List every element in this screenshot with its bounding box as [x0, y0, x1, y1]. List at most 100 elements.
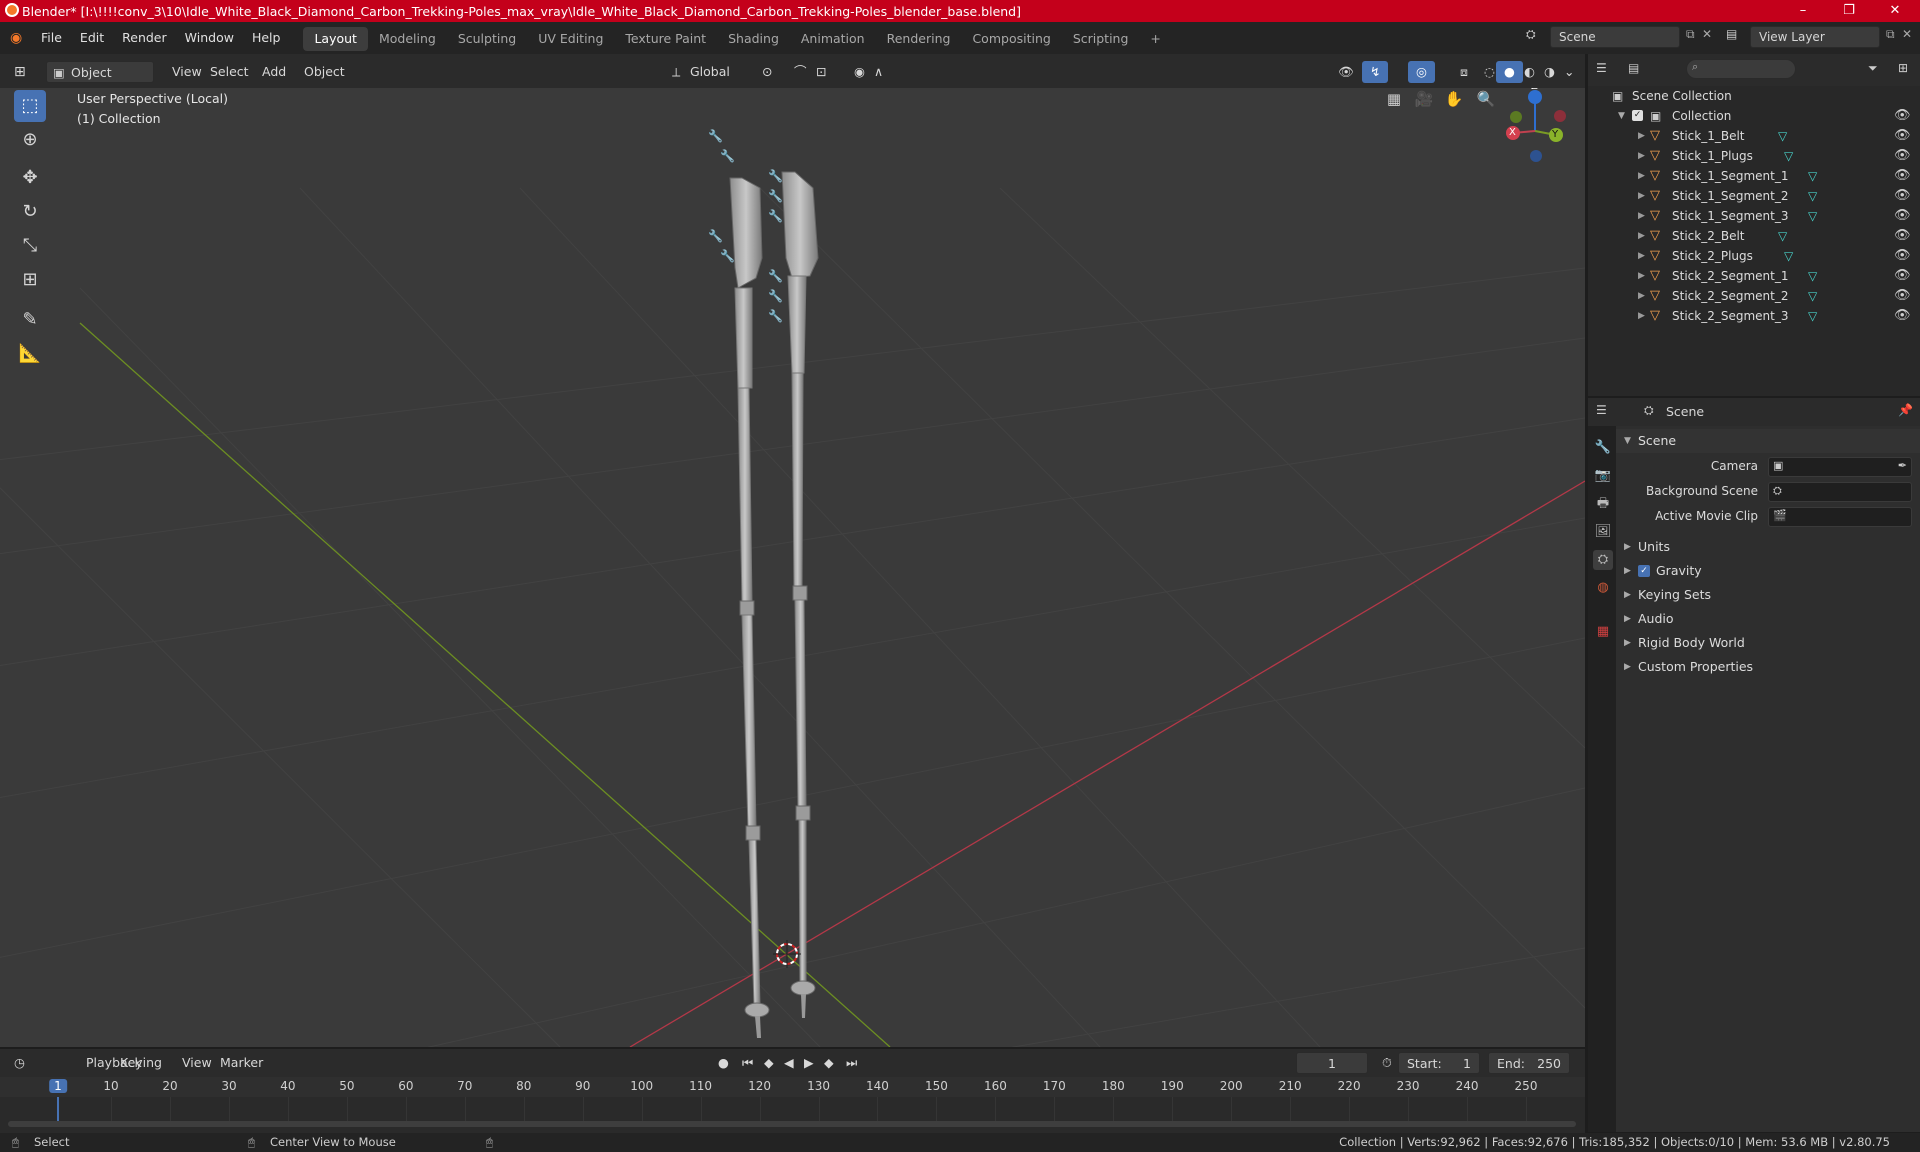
overlay-toggle-icon[interactable]: ◎: [1408, 61, 1435, 83]
world-tab-icon[interactable]: ◍: [1593, 578, 1613, 598]
stopwatch-icon[interactable]: ⏱: [1374, 1052, 1400, 1074]
collapse-arrow-icon[interactable]: ▼: [1618, 106, 1625, 126]
modifier-wrench-icon[interactable]: 🔧: [720, 246, 735, 266]
outliner-scene-collection[interactable]: ▣ Scene Collection: [1588, 86, 1920, 106]
expand-arrow-icon[interactable]: ▶: [1638, 146, 1645, 166]
tab-uv-editing[interactable]: UV Editing: [527, 27, 614, 51]
outliner-editor-type-icon[interactable]: ☰: [1596, 61, 1607, 75]
render-tab-icon[interactable]: 📷: [1593, 466, 1613, 486]
display-mode-icon[interactable]: ▤: [1628, 61, 1639, 75]
modifier-wrench-icon[interactable]: 🔧: [768, 306, 783, 326]
expand-arrow-icon[interactable]: ▶: [1638, 306, 1645, 326]
timeline-editor-type-icon[interactable]: ◷: [6, 1052, 33, 1074]
menu-edit[interactable]: Edit: [71, 22, 113, 54]
rotate-tool-icon[interactable]: ↻: [14, 196, 46, 228]
modifier-wrench-icon[interactable]: 🔧: [768, 206, 783, 226]
gravity-checkbox[interactable]: ✓: [1638, 565, 1650, 577]
transform-tool-icon[interactable]: ⊞: [14, 264, 46, 296]
gizmo-toggle-icon[interactable]: ↯: [1362, 61, 1389, 83]
mesh-data-icon[interactable]: ▽: [1808, 286, 1817, 306]
visibility-eye-icon[interactable]: 👁: [1894, 246, 1911, 266]
custom-properties-panel-header[interactable]: ▶ Custom Properties: [1616, 655, 1920, 679]
tab-compositing[interactable]: Compositing: [961, 27, 1061, 51]
blender-menu-icon[interactable]: ◉: [10, 30, 32, 46]
pin-icon[interactable]: 📌: [1898, 403, 1913, 417]
mesh-data-icon[interactable]: ▽: [1778, 226, 1787, 246]
minimize-button[interactable]: –: [1780, 0, 1826, 22]
tab-animation[interactable]: Animation: [790, 27, 876, 51]
background-scene-field[interactable]: ⛭: [1768, 482, 1912, 502]
tab-sculpting[interactable]: Sculpting: [447, 27, 527, 51]
expand-arrow-icon[interactable]: ▶: [1638, 226, 1645, 246]
outliner-item[interactable]: ▶ ▽ Stick_1_Segment_1 🔧 ▽ 👁: [768, 166, 1920, 186]
scale-tool-icon[interactable]: ⤡: [14, 230, 46, 262]
camera-field[interactable]: ▣ ✒: [1768, 457, 1912, 477]
mesh-data-icon[interactable]: ▽: [1808, 306, 1817, 326]
modifier-wrench-icon[interactable]: 🔧: [708, 126, 723, 146]
modifier-wrench-icon[interactable]: 🔧: [768, 166, 783, 186]
units-panel-header[interactable]: ▶ Units: [1616, 535, 1920, 559]
expand-arrow-icon[interactable]: ▶: [1638, 246, 1645, 266]
snap-target-icon[interactable]: ⊡: [808, 61, 834, 83]
visibility-eye-icon[interactable]: 👁: [1894, 146, 1911, 166]
outliner-item[interactable]: ▶ ▽ Stick_2_Segment_1 🔧 ▽ 👁: [768, 266, 1920, 286]
modifier-wrench-icon[interactable]: 🔧: [720, 146, 735, 166]
expand-arrow-icon[interactable]: ▶: [1638, 186, 1645, 206]
visibility-eye-icon[interactable]: 👁: [1894, 166, 1911, 186]
outliner-item[interactable]: ▶ ▽ Stick_1_Belt 🔧 ▽ 👁: [708, 126, 1920, 146]
scene-tab-icon[interactable]: ⛭: [1593, 550, 1613, 570]
mesh-data-icon[interactable]: ▽: [1784, 146, 1793, 166]
visibility-eye-icon[interactable]: 👁: [1894, 306, 1911, 326]
eyedropper-icon[interactable]: ✒: [1898, 459, 1907, 472]
audio-panel-header[interactable]: ▶ Audio: [1616, 607, 1920, 631]
menu-help[interactable]: Help: [243, 22, 290, 54]
outliner-item[interactable]: ▶ ▽ Stick_2_Belt 🔧 ▽ 👁: [708, 226, 1920, 246]
new-view-layer-icon[interactable]: ⧉: [1886, 27, 1895, 42]
tab-modeling[interactable]: Modeling: [368, 27, 447, 51]
shading-options-icon[interactable]: ⌄: [1556, 61, 1582, 83]
rigid-body-world-panel-header[interactable]: ▶ Rigid Body World: [1616, 631, 1920, 655]
visibility-icon[interactable]: 👁: [1330, 61, 1362, 83]
expand-arrow-icon[interactable]: ▶: [1638, 126, 1645, 146]
outliner-item[interactable]: ▶ ▽ Stick_2_Segment_2 🔧 ▽ 👁: [768, 286, 1920, 306]
tool-tab-icon[interactable]: 🔧: [1593, 438, 1613, 458]
texture-tab-icon[interactable]: ▦: [1593, 622, 1613, 642]
filter-icon[interactable]: ⏷: [1868, 61, 1878, 76]
measure-tool-icon[interactable]: 📐: [14, 338, 46, 370]
outliner-item[interactable]: ▶ ▽ Stick_1_Segment_2 🔧 ▽ 👁: [768, 186, 1920, 206]
visibility-eye-icon[interactable]: 👁: [1894, 226, 1911, 246]
timeline-scrollbar[interactable]: [8, 1121, 1576, 1127]
modifier-wrench-icon[interactable]: 🔧: [708, 226, 723, 246]
3d-viewport[interactable]: Z Y X User Perspective (Local) (1) Colle…: [0, 88, 1585, 1047]
visibility-eye-icon[interactable]: 👁: [1894, 106, 1911, 126]
outliner-collection[interactable]: ▼ ✓ ▣ Collection 👁: [1588, 106, 1920, 126]
output-tab-icon[interactable]: 🖶: [1593, 494, 1613, 514]
mode-dropdown[interactable]: ▣ Object Mode: [46, 61, 154, 102]
select-box-tool-icon[interactable]: ⬚: [14, 90, 46, 122]
close-button[interactable]: ✕: [1872, 0, 1918, 22]
pivot-point-icon[interactable]: ⊙: [754, 61, 780, 83]
menu-window[interactable]: Window: [176, 22, 243, 54]
visibility-eye-icon[interactable]: 👁: [1894, 266, 1911, 286]
collection-checkbox[interactable]: ✓: [1632, 110, 1643, 121]
visibility-eye-icon[interactable]: 👁: [1894, 286, 1911, 306]
outliner-search-input[interactable]: [1686, 59, 1796, 79]
properties-editor-type-icon[interactable]: ☰: [1596, 403, 1607, 417]
add-workspace-button[interactable]: +: [1139, 27, 1171, 51]
tab-rendering[interactable]: Rendering: [876, 27, 962, 51]
modifier-wrench-icon[interactable]: 🔧: [768, 186, 783, 206]
modifier-wrench-icon[interactable]: 🔧: [768, 266, 783, 286]
current-frame-field[interactable]: 1: [1296, 1052, 1368, 1074]
new-collection-icon[interactable]: ⊞: [1898, 61, 1908, 75]
menu-keying[interactable]: Keying: [112, 1052, 170, 1074]
mesh-data-icon[interactable]: ▽: [1784, 246, 1793, 266]
expand-arrow-icon[interactable]: ▶: [1638, 206, 1645, 226]
mesh-data-icon[interactable]: ▽: [1808, 266, 1817, 286]
jump-end-icon[interactable]: ⏭: [838, 1052, 865, 1074]
visibility-eye-icon[interactable]: 👁: [1894, 206, 1911, 226]
expand-arrow-icon[interactable]: ▶: [1638, 286, 1645, 306]
modifier-wrench-icon[interactable]: 🔧: [768, 286, 783, 306]
menu-marker[interactable]: Marker: [212, 1052, 271, 1074]
outliner-item[interactable]: ▶ ▽ Stick_1_Plugs 🔧 ▽ 👁: [720, 146, 1920, 166]
scene-selector[interactable]: Scene: [1550, 26, 1680, 48]
